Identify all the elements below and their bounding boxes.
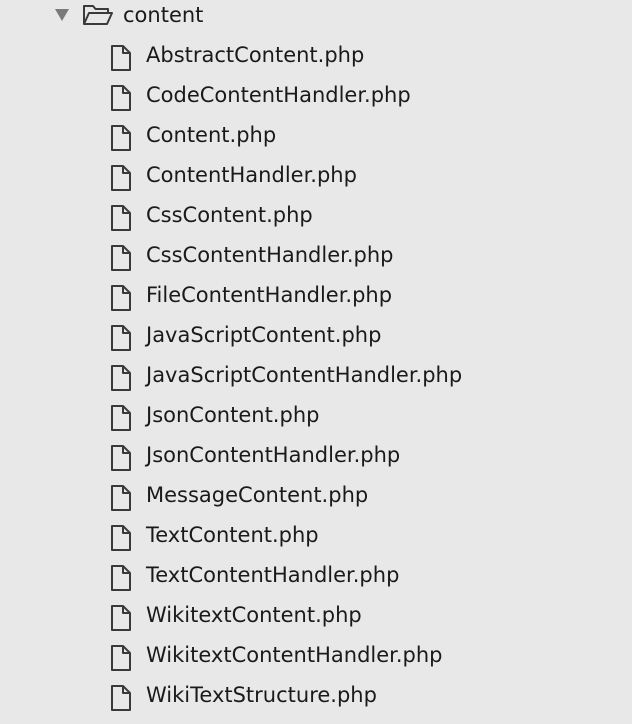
file-row-9[interactable]: JsonContent.php <box>0 400 632 440</box>
file-label: WikitextContentHandler.php <box>146 643 443 667</box>
file-row-4[interactable]: CssContent.php <box>0 200 632 240</box>
file-row-14[interactable]: WikitextContent.php <box>0 600 632 640</box>
file-label: FileContentHandler.php <box>146 283 393 307</box>
file-row-2[interactable]: Content.php <box>0 120 632 160</box>
file-icon <box>111 405 131 431</box>
file-icon <box>111 645 131 671</box>
file-label: JsonContentHandler.php <box>146 443 401 467</box>
file-label: CssContent.php <box>146 203 313 227</box>
file-label: Content.php <box>146 123 277 147</box>
file-row-1[interactable]: CodeContentHandler.php <box>0 80 632 120</box>
file-icon <box>111 45 131 71</box>
file-label: ContentHandler.php <box>146 163 357 187</box>
file-list: AbstractContent.php CodeContentHandler.p… <box>0 40 632 720</box>
folder-open-icon <box>83 5 113 25</box>
file-icon <box>111 85 131 111</box>
file-label: AbstractContent.php <box>146 43 365 67</box>
file-row-11[interactable]: MessageContent.php <box>0 480 632 520</box>
file-label: WikiTextStructure.php <box>146 683 377 707</box>
file-row-0[interactable]: AbstractContent.php <box>0 40 632 80</box>
file-icon <box>111 685 131 711</box>
file-icon <box>111 485 131 511</box>
disclosure-triangle-down-icon[interactable] <box>55 9 69 21</box>
file-row-10[interactable]: JsonContentHandler.php <box>0 440 632 480</box>
file-icon <box>111 565 131 591</box>
file-label: CodeContentHandler.php <box>146 83 411 107</box>
file-label: WikitextContent.php <box>146 603 362 627</box>
file-icon <box>111 445 131 471</box>
file-label: JavaScriptContent.php <box>146 323 382 347</box>
file-tree: content AbstractContent.php CodeContentH… <box>0 0 632 724</box>
file-row-16[interactable]: WikiTextStructure.php <box>0 680 632 720</box>
file-icon <box>111 525 131 551</box>
file-label: MessageContent.php <box>146 483 369 507</box>
file-label: TextContentHandler.php <box>146 563 400 587</box>
folder-row-content[interactable]: content <box>0 0 632 30</box>
file-row-8[interactable]: JavaScriptContentHandler.php <box>0 360 632 400</box>
file-row-5[interactable]: CssContentHandler.php <box>0 240 632 280</box>
file-label: JavaScriptContentHandler.php <box>146 363 463 387</box>
file-icon <box>111 165 131 191</box>
file-label: TextContent.php <box>146 523 319 547</box>
file-icon <box>111 285 131 311</box>
file-icon <box>111 245 131 271</box>
file-icon <box>111 205 131 231</box>
file-label: CssContentHandler.php <box>146 243 394 267</box>
file-label: JsonContent.php <box>146 403 320 427</box>
file-row-15[interactable]: WikitextContentHandler.php <box>0 640 632 680</box>
folder-label: content <box>123 3 204 27</box>
file-row-7[interactable]: JavaScriptContent.php <box>0 320 632 360</box>
file-row-13[interactable]: TextContentHandler.php <box>0 560 632 600</box>
file-icon <box>111 365 131 391</box>
file-row-12[interactable]: TextContent.php <box>0 520 632 560</box>
file-row-3[interactable]: ContentHandler.php <box>0 160 632 200</box>
file-row-6[interactable]: FileContentHandler.php <box>0 280 632 320</box>
file-icon <box>111 325 131 351</box>
file-icon <box>111 125 131 151</box>
file-icon <box>111 605 131 631</box>
